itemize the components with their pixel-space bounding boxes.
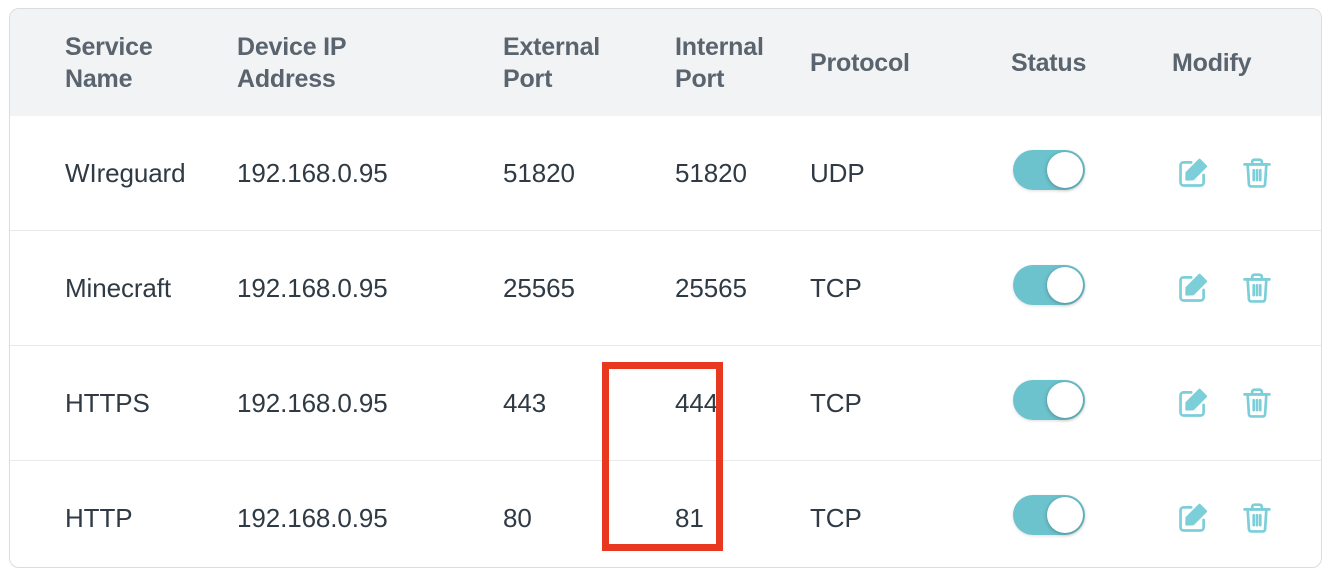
edit-pencil-square-icon[interactable] (1174, 269, 1212, 307)
status-toggle-knob (1047, 151, 1083, 188)
cell-internal-port: 444 (647, 345, 787, 461)
cell-internal-port-value: 444 (675, 387, 719, 418)
modify-actions (1157, 269, 1321, 307)
trash-icon[interactable] (1238, 384, 1276, 422)
cell-external-port: 25565 (475, 230, 647, 346)
cell-device-ip: 192.168.0.95 (237, 460, 475, 567)
cell-internal-port-value: 25565 (675, 272, 747, 303)
cell-internal-port-value: 51820 (675, 157, 747, 188)
table-body: WIreguard 192.168.0.95 51820 51820 UDP M… (10, 116, 1321, 567)
status-toggle-wrap (999, 264, 1157, 312)
column-header-service-name-label: Service Name (65, 32, 153, 93)
trash-icon[interactable] (1238, 499, 1276, 537)
status-toggle-knob (1047, 266, 1083, 303)
column-header-device-ip-label: Device IP Address (237, 32, 347, 93)
cell-protocol-value: UDP (810, 157, 865, 188)
cell-modify (1157, 116, 1321, 231)
port-forwarding-table: Service Name Device IP Address External … (10, 9, 1321, 567)
cell-internal-port: 51820 (647, 116, 787, 231)
port-forwarding-panel: Service Name Device IP Address External … (9, 8, 1322, 568)
column-header-external-port[interactable]: External Port (475, 9, 647, 116)
edit-pencil-square-icon[interactable] (1174, 499, 1212, 537)
cell-external-port: 51820 (475, 116, 647, 231)
cell-device-ip-value: 192.168.0.95 (237, 157, 388, 188)
status-toggle-wrap (999, 379, 1157, 427)
cell-protocol-value: TCP (810, 272, 862, 303)
cell-modify (1157, 230, 1321, 346)
column-header-internal-port[interactable]: Internal Port (647, 9, 787, 116)
cell-status (999, 230, 1157, 346)
column-header-modify[interactable]: Modify (1157, 9, 1321, 116)
status-toggle[interactable] (1013, 494, 1085, 535)
cell-service-name: HTTPS (10, 345, 237, 461)
cell-modify (1157, 345, 1321, 461)
status-toggle-knob (1047, 496, 1083, 533)
cell-protocol: TCP (787, 460, 999, 567)
cell-service-name: Minecraft (10, 230, 237, 346)
edit-pencil-square-icon[interactable] (1174, 154, 1212, 192)
cell-external-port-value: 443 (503, 387, 547, 418)
status-toggle[interactable] (1013, 264, 1085, 305)
cell-protocol: TCP (787, 230, 999, 346)
cell-device-ip-value: 192.168.0.95 (237, 387, 388, 418)
table-row: HTTPS 192.168.0.95 443 444 TCP (10, 345, 1321, 461)
cell-external-port-value: 51820 (503, 157, 575, 188)
column-header-device-ip[interactable]: Device IP Address (237, 9, 475, 116)
table-header: Service Name Device IP Address External … (10, 9, 1321, 116)
cell-external-port-value: 80 (503, 502, 532, 533)
cell-internal-port-value: 81 (675, 502, 704, 533)
cell-service-name: WIreguard (65, 157, 186, 188)
cell-external-port-value: 25565 (503, 272, 575, 303)
cell-service-name: HTTP (10, 460, 237, 567)
cell-external-port: 80 (475, 460, 647, 567)
cell-protocol-value: TCP (810, 387, 862, 418)
cell-external-port: 443 (475, 345, 647, 461)
cell-status (999, 345, 1157, 461)
trash-icon[interactable] (1238, 269, 1276, 307)
cell-device-ip: 192.168.0.95 (237, 230, 475, 346)
status-toggle-wrap (999, 494, 1157, 542)
column-header-service-name[interactable]: Service Name (10, 9, 237, 116)
table-header-row: Service Name Device IP Address External … (10, 9, 1321, 116)
cell-protocol-value: TCP (810, 502, 862, 533)
column-header-status-label: Status (1011, 48, 1087, 77)
status-toggle-knob (1047, 381, 1083, 418)
table-row: HTTP 192.168.0.95 80 81 TCP (10, 460, 1321, 567)
cell-modify (1157, 460, 1321, 567)
trash-icon[interactable] (1238, 154, 1276, 192)
modify-actions (1157, 154, 1321, 192)
cell-device-ip: 192.168.0.95 (237, 345, 475, 461)
status-toggle-wrap (999, 149, 1157, 197)
table-row: WIreguard 192.168.0.95 51820 51820 UDP (10, 116, 1321, 231)
cell-device-ip: 192.168.0.95 (237, 116, 475, 231)
cell-protocol: TCP (787, 345, 999, 461)
column-header-protocol[interactable]: Protocol (787, 9, 999, 116)
cell-internal-port: 81 (647, 460, 787, 567)
cell-status (999, 460, 1157, 567)
modify-actions (1157, 499, 1321, 537)
cell-status (999, 116, 1157, 231)
cell-internal-port: 25565 (647, 230, 787, 346)
cell-device-ip-value: 192.168.0.95 (237, 272, 388, 303)
column-header-status[interactable]: Status (999, 9, 1157, 116)
cell-protocol: UDP (787, 116, 999, 231)
column-header-internal-port-label: Internal Port (675, 32, 764, 93)
modify-actions (1157, 384, 1321, 422)
column-header-protocol-label: Protocol (810, 48, 910, 77)
table-row: Minecraft 192.168.0.95 25565 25565 TCP (10, 230, 1321, 346)
status-toggle[interactable] (1013, 379, 1085, 420)
column-header-modify-label: Modify (1172, 48, 1252, 77)
status-toggle[interactable] (1013, 149, 1085, 190)
cell-device-ip-value: 192.168.0.95 (237, 502, 388, 533)
edit-pencil-square-icon[interactable] (1174, 384, 1212, 422)
column-header-external-port-label: External Port (503, 32, 601, 93)
